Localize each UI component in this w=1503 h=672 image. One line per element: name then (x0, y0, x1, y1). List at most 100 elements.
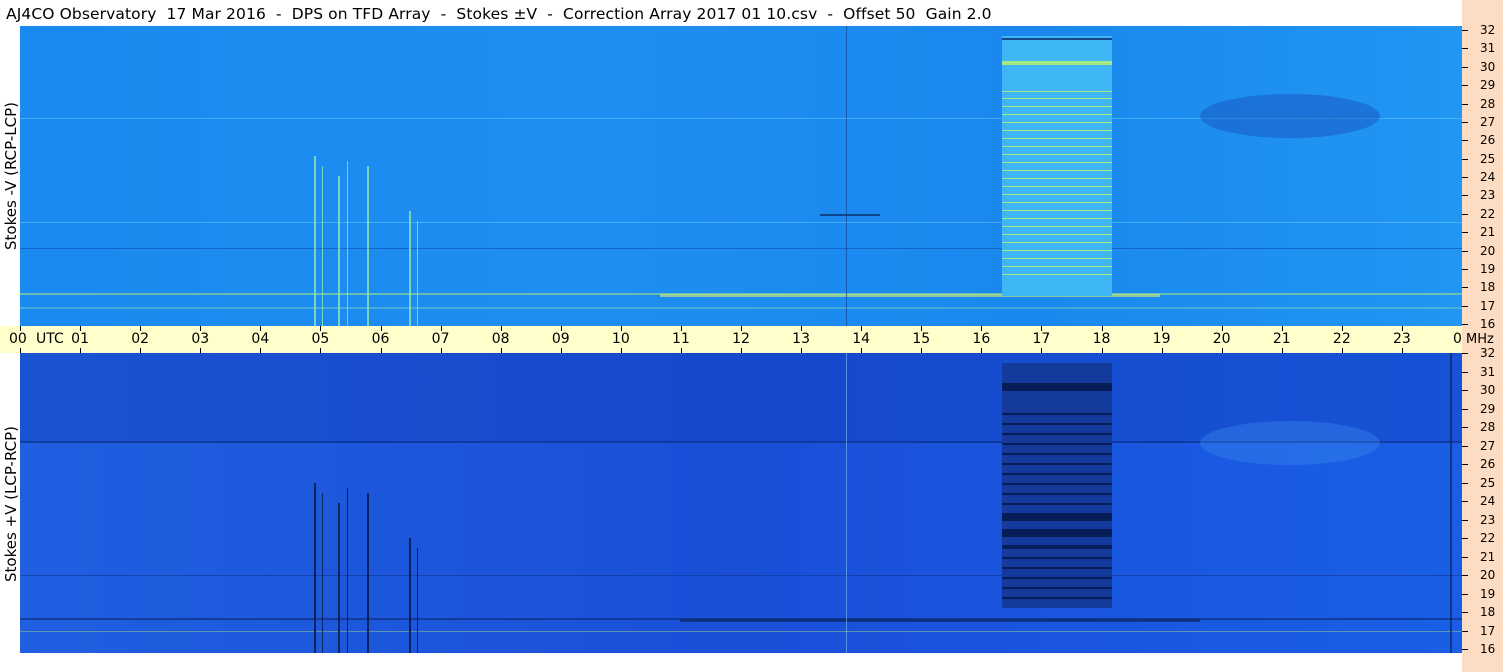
freq-tick-label: 16 (1480, 642, 1496, 656)
time-tick-mark (680, 348, 682, 353)
freq-tick-mark (1462, 427, 1468, 428)
freq-tick-mark (1462, 48, 1468, 49)
freq-tick-mark (1462, 306, 1468, 307)
freq-tick-label: 17 (1480, 624, 1496, 638)
freq-tick-label: 23 (1480, 188, 1496, 202)
time-unit-label: UTC (36, 331, 64, 347)
freq-tick-label: 32 (1480, 23, 1496, 37)
time-tick-mark (320, 348, 322, 353)
freq-tick-label: 17 (1480, 299, 1496, 313)
time-tick-label: 15 (912, 331, 931, 347)
time-tick-label: 20 (1212, 331, 1231, 347)
time-tick-label: 19 (1152, 331, 1171, 347)
time-tick-mark (380, 348, 382, 353)
freq-tick-mark (1462, 483, 1468, 484)
freq-tick-label: 28 (1480, 97, 1496, 111)
freq-tick-label: 16 (1480, 317, 1496, 331)
freq-tick-label: 32 (1480, 346, 1496, 360)
freq-tick-mark (1462, 324, 1468, 325)
freq-tick-label: 29 (1480, 78, 1496, 92)
freq-tick-label: 26 (1480, 457, 1496, 471)
time-tick-label: 13 (792, 331, 810, 347)
freq-tick-label: 27 (1480, 439, 1496, 453)
freq-tick-label: 22 (1480, 531, 1496, 545)
time-tick-label: 08 (491, 331, 510, 347)
time-tick-label: 10 (611, 331, 630, 347)
freq-tick-label: 29 (1480, 402, 1496, 416)
freq-tick-mark (1462, 520, 1468, 521)
time-tick-mark (500, 348, 502, 353)
freq-tick-label: 19 (1480, 587, 1496, 601)
time-tick-label: 12 (732, 331, 750, 347)
freq-tick-label: 21 (1480, 550, 1496, 564)
time-tick-mark (1161, 348, 1163, 353)
time-tick-label: 23 (1392, 331, 1411, 347)
time-tick-mark (1101, 348, 1103, 353)
time-tick-mark (440, 348, 442, 353)
freq-tick-label: 23 (1480, 513, 1496, 527)
time-tick-mark (801, 348, 803, 353)
spectrogram-top (20, 26, 1462, 326)
freq-tick-label: 31 (1480, 365, 1496, 379)
time-tick-mark (1341, 348, 1343, 353)
freq-tick-mark (1462, 269, 1468, 270)
time-tick-label: 16 (972, 331, 991, 347)
time-tick-label: 14 (852, 331, 871, 347)
time-tick-mark (260, 348, 262, 353)
time-tick-label: 06 (371, 331, 390, 347)
time-tick-label: 04 (251, 331, 270, 347)
freq-tick-mark (1462, 30, 1468, 31)
time-tick-label: 22 (1332, 331, 1351, 347)
top-panel-label: Stokes -V (RCP-LCP) (2, 102, 20, 250)
freq-tick-mark (1462, 538, 1468, 539)
freq-tick-label: 18 (1480, 605, 1496, 619)
time-tick-label: 03 (191, 331, 210, 347)
freq-tick-mark (1462, 140, 1468, 141)
time-tick-mark (200, 348, 202, 353)
time-tick-label: 07 (431, 331, 450, 347)
freq-tick-mark (1462, 287, 1468, 288)
freq-tick-mark (1462, 67, 1468, 68)
freq-tick-mark (1462, 159, 1468, 160)
time-tick-mark (20, 348, 21, 353)
time-tick-label: 05 (311, 331, 330, 347)
freq-tick-mark (1462, 464, 1468, 465)
freq-tick-label: 25 (1480, 476, 1496, 490)
freq-tick-mark (1462, 612, 1468, 613)
bottom-panel-label: Stokes +V (LCP-RCP) (2, 426, 20, 582)
page-title: AJ4CO Observatory 17 Mar 2016 - DPS on T… (6, 5, 992, 23)
freq-tick-mark (1462, 390, 1468, 391)
freq-tick-mark (1462, 122, 1468, 123)
freq-tick-mark (1462, 195, 1468, 196)
freq-tick-label: 25 (1480, 152, 1496, 166)
freq-tick-mark (1462, 594, 1468, 595)
time-tick-mark (1041, 348, 1043, 353)
time-tick-label: 18 (1092, 331, 1111, 347)
freq-tick-mark (1462, 251, 1468, 252)
freq-tick-mark (1462, 177, 1468, 178)
freq-tick-label: 30 (1480, 60, 1496, 74)
freq-unit-label: MHz (1466, 332, 1494, 347)
time-tick-mark (80, 348, 82, 353)
freq-tick-mark (1462, 557, 1468, 558)
freq-tick-label: 22 (1480, 207, 1496, 221)
time-tick-mark (620, 348, 622, 353)
freq-tick-mark (1462, 409, 1468, 410)
freq-tick-mark (1462, 631, 1468, 632)
freq-tick-label: 20 (1480, 244, 1496, 258)
time-axis: 00 01 02 03 04 05 06 07 08 09 10 11 12 13 14 15 16 17 18 19… (0, 326, 1471, 353)
time-tick-mark (1401, 348, 1403, 353)
time-tick-mark (1221, 348, 1223, 353)
time-tick-mark (741, 348, 742, 353)
time-tick-mark (921, 348, 923, 353)
time-tick-mark (981, 348, 983, 353)
freq-tick-label: 31 (1480, 41, 1496, 55)
time-tick-mark (560, 348, 562, 353)
freq-tick-label: 24 (1480, 494, 1496, 508)
freq-tick-label: 26 (1480, 133, 1496, 147)
freq-tick-label: 21 (1480, 225, 1496, 239)
time-tick-label: 09 (551, 331, 570, 347)
time-tick-label: 02 (131, 331, 150, 347)
freq-tick-label: 27 (1480, 115, 1496, 129)
freq-tick-label: 20 (1480, 568, 1496, 582)
